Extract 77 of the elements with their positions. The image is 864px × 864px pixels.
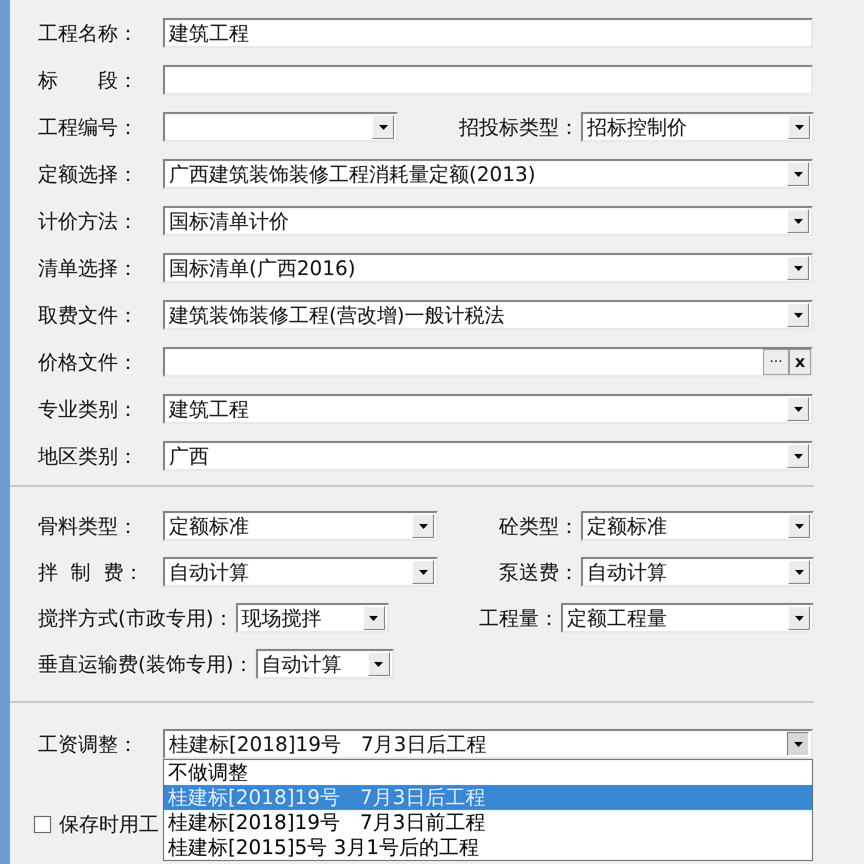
- field-label: 价格文件：: [38, 349, 139, 376]
- browse-button[interactable]: ···: [763, 349, 789, 375]
- field-value: 自动计算: [586, 560, 668, 584]
- dropdown-field[interactable]: 建筑工程: [163, 394, 813, 424]
- field-label: 工程编号：: [38, 114, 139, 141]
- field-value: 建筑装饰装修工程(营改增)一般计税法: [168, 303, 506, 327]
- field-value: 定额标准: [586, 514, 668, 538]
- dropdown-field[interactable]: 定额工程量: [561, 603, 814, 633]
- field-label: 工资调整：: [38, 731, 139, 758]
- caret-icon: [369, 616, 378, 620]
- dropdown-field[interactable]: 定额标准: [163, 511, 438, 541]
- field-label: 取费文件：: [38, 302, 139, 329]
- field-value: 定额工程量: [566, 606, 668, 630]
- dropdown-field[interactable]: 现场搅拌: [236, 603, 389, 633]
- clear-button[interactable]: x: [789, 349, 811, 375]
- caret-icon: [794, 266, 802, 270]
- field-label: 拌 制 费：: [38, 559, 144, 586]
- dropdown-field[interactable]: 自动计算: [163, 557, 438, 587]
- dropdown-field[interactable]: 广西建筑装饰装修工程消耗量定额(2013): [163, 159, 813, 189]
- field-value: 广西: [168, 444, 210, 468]
- field-value: 国标清单计价: [168, 209, 290, 233]
- field-value: 现场搅拌: [240, 606, 323, 630]
- dropdown-option[interactable]: 不做调整: [164, 760, 812, 785]
- field-label: 工程名称：: [38, 20, 139, 47]
- field-value: 广西建筑装饰装修工程消耗量定额(2013): [168, 162, 537, 186]
- field-value: 建筑工程: [168, 397, 250, 421]
- field-value: 桂建标[2018]19号 7月3日后工程: [168, 732, 488, 756]
- dropdown-field[interactable]: 国标清单计价: [163, 206, 813, 236]
- dropdown-field[interactable]: 广西: [163, 441, 813, 471]
- dropdown-field[interactable]: 定额标准: [581, 511, 814, 541]
- field-value: 定额标准: [168, 514, 250, 538]
- caret-icon: [794, 124, 804, 130]
- field-value: 自动计算: [168, 560, 250, 584]
- field-label: 招投标类型：: [459, 114, 580, 141]
- field-value: 建筑工程: [168, 23, 250, 43]
- field-label: 砼类型：: [499, 513, 580, 540]
- dropdown-field[interactable]: 自动计算: [256, 649, 394, 679]
- caret-icon: [794, 524, 804, 528]
- caret-icon: [794, 570, 804, 574]
- caret-icon: [418, 524, 428, 528]
- dropdown-field[interactable]: 自动计算: [581, 557, 814, 587]
- file-field[interactable]: ··· x: [163, 347, 813, 377]
- caret-icon: [418, 570, 428, 574]
- dropdown-field[interactable]: [163, 112, 398, 142]
- field-value: 招标控制价: [586, 115, 688, 139]
- field-label: 定额选择：: [38, 161, 139, 188]
- checkbox[interactable]: [34, 816, 51, 832]
- caret-icon: [794, 616, 804, 620]
- field-label: 搅拌方式(市政专用)：: [38, 605, 235, 632]
- dropdown-field[interactable]: 国标清单(广西2016): [163, 253, 813, 283]
- caret-icon: [374, 662, 384, 666]
- field-label: 骨料类型：: [38, 513, 139, 540]
- field-label: 清单选择：: [38, 255, 139, 282]
- field-label: 垂直运输费(装饰专用)：: [38, 651, 255, 678]
- caret-icon: [794, 742, 802, 746]
- dropdown-option[interactable]: 桂建标[2018]19号 7月3日前工程: [164, 810, 812, 835]
- field-value: 自动计算: [260, 652, 343, 676]
- text-field[interactable]: [163, 65, 813, 95]
- checkbox-label: 保存时用工: [59, 811, 159, 838]
- field-label: 标 段：: [38, 67, 139, 94]
- caret-icon: [794, 172, 802, 176]
- dropdown-field[interactable]: 建筑装饰装修工程(营改增)一般计税法: [163, 300, 813, 330]
- text-field[interactable]: 建筑工程: [163, 18, 813, 48]
- caret-icon: [378, 124, 388, 130]
- dropdown-button[interactable]: [787, 732, 809, 756]
- field-label: 地区类别：: [38, 443, 139, 470]
- caret-icon: [794, 406, 802, 412]
- field-value: 国标清单(广西2016): [168, 256, 357, 280]
- field-label: 计价方法：: [38, 208, 139, 235]
- caret-icon: [794, 454, 802, 458]
- field-label: 专业类别：: [38, 396, 139, 423]
- field-label: 工程量：: [479, 605, 560, 632]
- caret-icon: [794, 312, 802, 318]
- field-label: 泵送费：: [499, 559, 580, 586]
- dropdown-option[interactable]: 桂建标[2015]5号 3月1号后的工程: [164, 835, 812, 860]
- dropdown-field[interactable]: 招标控制价: [581, 112, 814, 142]
- caret-icon: [794, 218, 802, 224]
